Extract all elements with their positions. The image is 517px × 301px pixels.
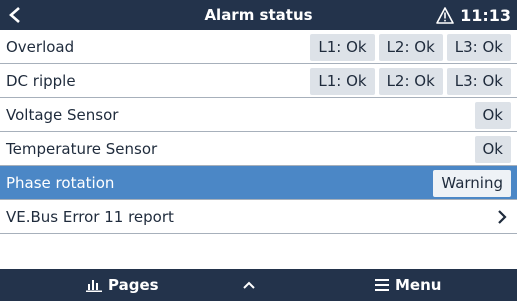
- list-item-voltage-sensor[interactable]: Voltage Sensor Ok: [0, 98, 517, 132]
- menu-label: Menu: [395, 276, 442, 294]
- pages-label: Pages: [108, 276, 159, 294]
- list-item-label: Temperature Sensor: [6, 140, 158, 158]
- alarm-warning-icon: [436, 6, 454, 24]
- list-item-overload[interactable]: Overload L1: Ok L2: Ok L3: Ok: [0, 30, 517, 64]
- status-badge: L3: Ok: [446, 67, 511, 95]
- status-badge: L2: Ok: [378, 67, 443, 95]
- title-bar: Alarm status 11:13: [0, 0, 517, 30]
- pages-button[interactable]: Pages: [86, 269, 159, 301]
- status-badge: Warning: [433, 169, 511, 197]
- status-chips: Warning: [433, 166, 511, 200]
- status-badge: Ok: [474, 101, 511, 129]
- list-item-phase-rotation[interactable]: Phase rotation Warning: [0, 166, 517, 200]
- chevron-up-icon: [243, 281, 255, 289]
- status-area: 11:13: [436, 0, 511, 30]
- hamburger-menu-icon: [375, 279, 389, 291]
- status-chips: Ok: [474, 132, 511, 166]
- chevron-right-icon: [497, 200, 507, 234]
- list-item-label: DC ripple: [6, 72, 76, 90]
- alarm-list: Overload L1: Ok L2: Ok L3: Ok DC ripple …: [0, 30, 517, 234]
- alarm-status-screen: Alarm status 11:13 Overload L1: Ok L2: O…: [0, 0, 517, 301]
- status-badge: L2: Ok: [378, 33, 443, 61]
- status-badge: L3: Ok: [446, 33, 511, 61]
- bottom-bar: Pages Menu: [0, 269, 517, 301]
- clock: 11:13: [460, 5, 511, 25]
- list-item-label: Overload: [6, 38, 75, 56]
- status-chips: Ok: [474, 98, 511, 132]
- bar-chart-icon: [86, 280, 102, 292]
- list-item-label: Phase rotation: [6, 174, 115, 192]
- status-badge: L1: Ok: [310, 67, 375, 95]
- menu-button[interactable]: Menu: [375, 269, 441, 301]
- status-chips: L1: Ok L2: Ok L3: Ok: [310, 64, 511, 98]
- status-badge: L1: Ok: [310, 33, 375, 61]
- list-item-vebus-error-11-report[interactable]: VE.Bus Error 11 report: [0, 200, 517, 234]
- list-item-label: VE.Bus Error 11 report: [6, 208, 174, 226]
- status-badge: Ok: [474, 135, 511, 163]
- scroll-up-button[interactable]: [242, 269, 256, 301]
- list-item-dc-ripple[interactable]: DC ripple L1: Ok L2: Ok L3: Ok: [0, 64, 517, 98]
- list-item-label: Voltage Sensor: [6, 106, 119, 124]
- status-chips: L1: Ok L2: Ok L3: Ok: [310, 30, 511, 64]
- list-item-temperature-sensor[interactable]: Temperature Sensor Ok: [0, 132, 517, 166]
